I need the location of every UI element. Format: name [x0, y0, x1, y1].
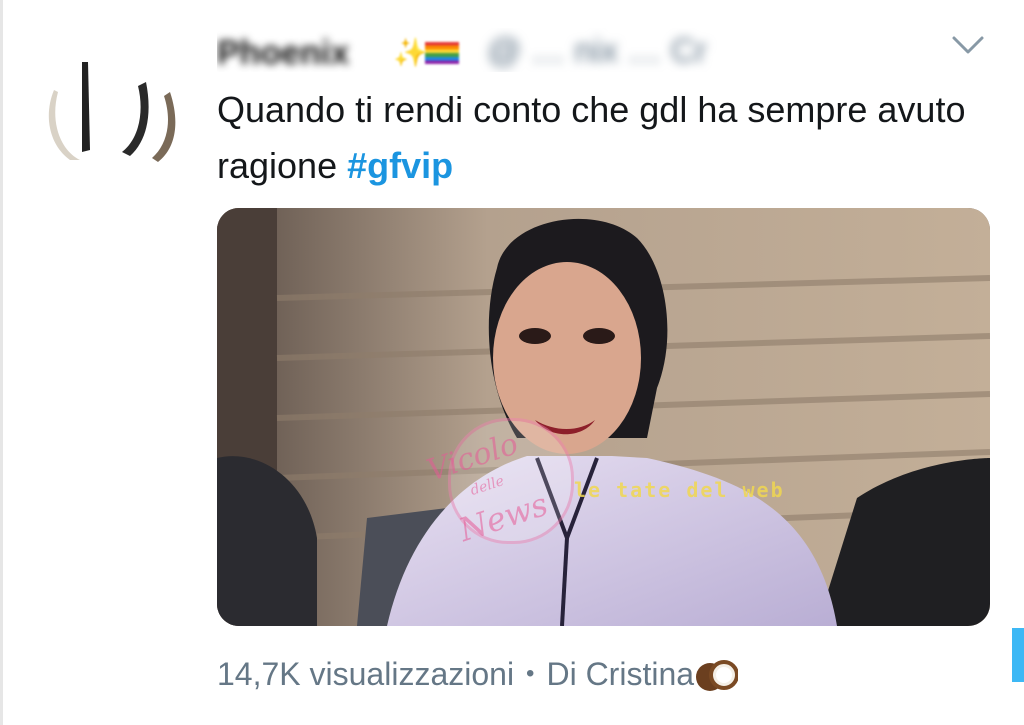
sparkle-emoji: ✨ — [393, 36, 428, 69]
video-credit[interactable]: Di Cristina — [546, 656, 694, 692]
coconut-icon — [694, 657, 739, 693]
author-handle[interactable]: @ … nix … Cr — [487, 32, 707, 71]
tweet-footer: 14,7K visualizzazioni • Di Cristina — [217, 656, 739, 700]
left-border — [0, 0, 3, 725]
tate-del-web-watermark: le tate del web — [574, 478, 785, 502]
media-video[interactable] — [217, 208, 990, 626]
rainbow-flag-icon — [425, 42, 459, 64]
footer-separator: • — [526, 660, 535, 687]
tweet-header: Phoenix ✨ @ … nix … Cr — [217, 28, 917, 72]
tweet-text: Quando ti rendi conto che gdl ha sempre … — [217, 82, 997, 194]
author-name[interactable]: Phoenix — [217, 34, 349, 72]
tweet-text-main: Quando ti rendi conto che gdl ha sempre … — [217, 89, 966, 186]
chevron-down-icon[interactable] — [950, 30, 986, 60]
hashtag-link[interactable]: #gfvip — [347, 145, 453, 186]
view-count: 14,7K visualizzazioni — [217, 656, 515, 692]
avatar[interactable] — [30, 52, 190, 172]
scroll-indicator[interactable] — [1012, 628, 1024, 682]
